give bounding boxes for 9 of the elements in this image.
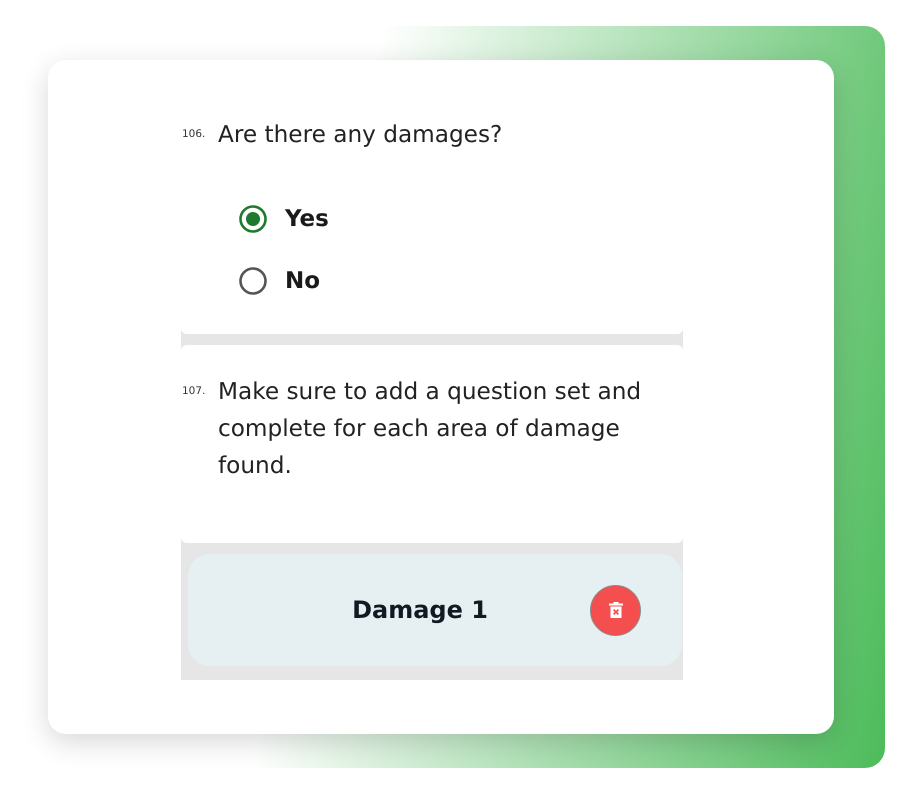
delete-button[interactable] xyxy=(590,584,641,636)
question-number: 107. xyxy=(181,384,206,397)
damage-title: Damage 1 xyxy=(352,596,488,624)
radio-option[interactable]: No xyxy=(239,267,320,295)
trash-icon xyxy=(608,602,622,618)
question-text: Are there any damages? xyxy=(218,120,504,150)
question-text: Make sure to add a question set and complete for each area of damage found. xyxy=(218,377,642,481)
radio-option[interactable]: Yes xyxy=(239,205,329,233)
question-number: 106. xyxy=(181,127,206,140)
